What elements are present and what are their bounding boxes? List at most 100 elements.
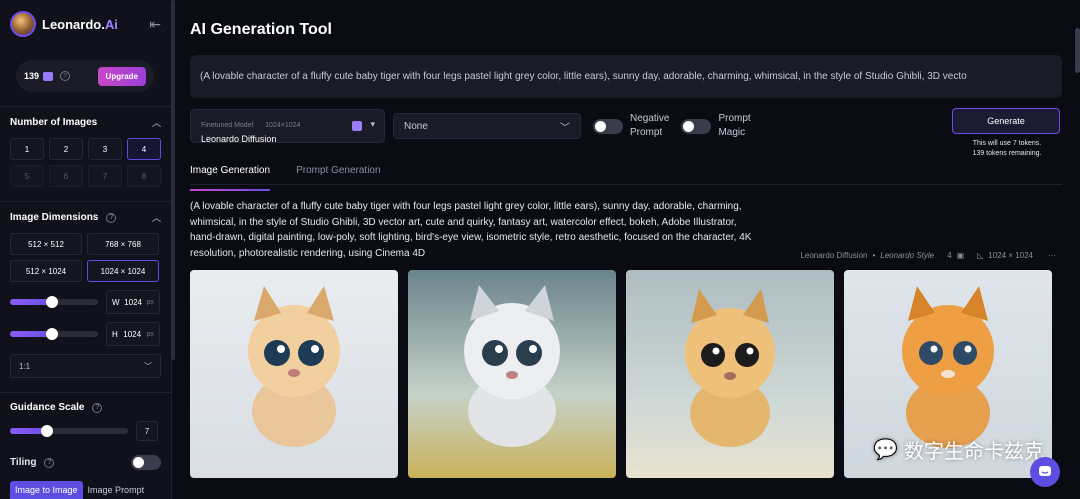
help-icon[interactable]: ? bbox=[92, 402, 103, 413]
model-icon bbox=[352, 121, 362, 131]
divider bbox=[0, 392, 171, 393]
chat-icon bbox=[1039, 466, 1051, 476]
chevron-down-icon: ﹀ bbox=[560, 122, 570, 134]
num-images-option[interactable]: 2 bbox=[49, 138, 83, 160]
guidance-slider[interactable] bbox=[10, 425, 128, 437]
aspect-ratio-select[interactable]: 1:1 ﹀ bbox=[10, 354, 161, 378]
help-icon[interactable]: ? bbox=[60, 71, 71, 81]
guidance-header: Guidance Scale? bbox=[10, 402, 161, 413]
chevron-up-icon[interactable]: ︿ bbox=[152, 211, 161, 224]
negative-prompt-label: Negative Prompt bbox=[630, 113, 670, 138]
help-icon[interactable]: ? bbox=[106, 212, 117, 223]
main-scrollbar[interactable] bbox=[1075, 28, 1080, 73]
prompt-magic-label: Prompt Magic bbox=[718, 113, 751, 138]
meta-count: 4 bbox=[947, 251, 952, 260]
dimensions-icon: ◺ bbox=[977, 251, 984, 260]
section-title: Tiling bbox=[10, 457, 37, 468]
num-images-option[interactable]: 5 bbox=[10, 165, 44, 187]
tab-image-generation[interactable]: Image Generation bbox=[190, 165, 271, 191]
tab-image-to-image[interactable]: Image to Image bbox=[10, 481, 83, 499]
dimension-option[interactable]: 1024 × 1024 bbox=[87, 260, 159, 282]
width-input[interactable]: W 1024 px bbox=[106, 290, 160, 314]
prompt-magic-toggle-group: Prompt Magic bbox=[681, 112, 751, 140]
model-select[interactable]: Finetuned Model 1024×1024 Leonardo Diffus… bbox=[190, 109, 385, 144]
result-prompt-text: (A lovable character of a fluffy cute ba… bbox=[190, 201, 752, 259]
slider-handle[interactable] bbox=[46, 296, 59, 308]
bottom-tabs: Image to Image Image Prompt bbox=[0, 481, 149, 499]
num-images-option[interactable]: 7 bbox=[88, 165, 122, 187]
more-options-icon[interactable]: ··· bbox=[1048, 251, 1056, 260]
chat-support-button[interactable] bbox=[1030, 457, 1060, 487]
divider bbox=[0, 201, 171, 202]
negative-prompt-toggle[interactable] bbox=[593, 118, 623, 134]
page-title: AI Generation Tool bbox=[190, 21, 332, 38]
height-slider[interactable] bbox=[10, 328, 98, 340]
tiling-row: Tiling? bbox=[10, 455, 161, 470]
tiger-illustration bbox=[248, 285, 340, 447]
wechat-icon: 💬 bbox=[873, 439, 898, 461]
num-images-option[interactable]: 4 bbox=[127, 138, 161, 160]
token-balance: 139 ? Upgrade bbox=[16, 60, 154, 92]
tiger-illustration bbox=[464, 284, 560, 447]
guidance-value[interactable]: 7 bbox=[136, 421, 158, 441]
logo-row: Leonardo.Ai ⇤ bbox=[10, 0, 161, 48]
dimensions-header[interactable]: Image Dimensions? ︿ bbox=[10, 211, 161, 224]
generated-image[interactable] bbox=[408, 270, 616, 478]
height-input[interactable]: H 1024 px bbox=[106, 322, 160, 346]
token-icon bbox=[43, 71, 54, 81]
caret-down-icon: ▾ bbox=[370, 119, 375, 129]
collapse-sidebar-icon[interactable]: ⇤ bbox=[149, 16, 161, 33]
main-tabs: Image Generation Prompt Generation bbox=[190, 165, 1062, 191]
section-title: Guidance Scale bbox=[10, 402, 85, 413]
dimension-option[interactable]: 512 × 1024 bbox=[10, 260, 82, 282]
width-slider[interactable] bbox=[10, 296, 98, 308]
tiger-illustration bbox=[902, 285, 994, 448]
section-title: Number of Images bbox=[10, 117, 98, 128]
tab-image-prompt[interactable]: Image Prompt bbox=[83, 481, 150, 499]
num-images-header[interactable]: Number of Images ︿ bbox=[10, 116, 161, 129]
chevron-up-icon[interactable]: ︿ bbox=[152, 116, 161, 129]
height-row: H 1024 px bbox=[10, 322, 161, 346]
meta-model: Leonardo Diffusion bbox=[800, 251, 868, 260]
brand-logo[interactable]: Leonardo.Ai bbox=[42, 17, 118, 32]
guidance-row: 7 bbox=[10, 421, 161, 441]
generated-image[interactable] bbox=[190, 270, 398, 478]
generation-controls: Finetuned Model 1024×1024 Leonardo Diffus… bbox=[190, 107, 1062, 157]
prompt-input[interactable]: (A lovable character of a fluffy cute ba… bbox=[190, 55, 1062, 98]
avatar[interactable] bbox=[10, 11, 36, 37]
image-icon: ▣ bbox=[956, 251, 965, 260]
divider bbox=[0, 106, 171, 107]
generate-column: Generate This will use 7 tokens. 139 toke… bbox=[952, 107, 1062, 159]
chevron-down-icon: ﹀ bbox=[144, 361, 152, 371]
num-images-grid: 1234 5678 bbox=[10, 138, 161, 187]
dimension-option[interactable]: 768 × 768 bbox=[87, 233, 159, 255]
main-panel: AI Generation Tool (A lovable character … bbox=[172, 0, 1080, 499]
num-images-option[interactable]: 6 bbox=[49, 165, 83, 187]
meta-dimensions: 1024 × 1024 bbox=[988, 251, 1033, 260]
slider-handle[interactable] bbox=[46, 328, 59, 340]
num-images-option[interactable]: 1 bbox=[10, 138, 44, 160]
num-images-option[interactable]: 3 bbox=[88, 138, 122, 160]
slider-handle[interactable] bbox=[40, 425, 53, 437]
generated-image[interactable] bbox=[626, 270, 834, 478]
style-select[interactable]: None ﹀ bbox=[393, 113, 581, 139]
upgrade-button[interactable]: Upgrade bbox=[97, 66, 146, 86]
tab-prompt-generation[interactable]: Prompt Generation bbox=[296, 165, 381, 184]
token-count: 139 bbox=[24, 71, 40, 81]
generate-button[interactable]: Generate bbox=[952, 107, 1060, 134]
num-images-option[interactable]: 8 bbox=[127, 165, 161, 187]
dimensions-grid: 512 × 512 768 × 768 512 × 1024 1024 × 1024 bbox=[10, 233, 161, 282]
app-window: Leonardo.Ai ⇤ 139 ? Upgrade Number of Im… bbox=[0, 0, 1080, 499]
generation-meta: Leonardo Diffusion • Leonardo Style 4 ▣ … bbox=[800, 251, 1056, 260]
sidebar: Leonardo.Ai ⇤ 139 ? Upgrade Number of Im… bbox=[0, 0, 172, 499]
negative-prompt-toggle-group: Negative Prompt bbox=[593, 112, 669, 140]
help-icon[interactable]: ? bbox=[44, 457, 55, 468]
prompt-magic-toggle[interactable] bbox=[681, 118, 712, 134]
tiling-toggle[interactable] bbox=[131, 455, 161, 470]
width-row: W 1024 px bbox=[10, 290, 161, 314]
tiger-illustration bbox=[685, 288, 775, 447]
token-cost-note: This will use 7 tokens. 139 tokens remain… bbox=[972, 139, 1042, 157]
dimension-option[interactable]: 512 × 512 bbox=[10, 233, 82, 255]
meta-style: Leonardo Style bbox=[880, 251, 935, 260]
watermark: 💬 数字生命卡兹克 bbox=[873, 439, 1044, 463]
